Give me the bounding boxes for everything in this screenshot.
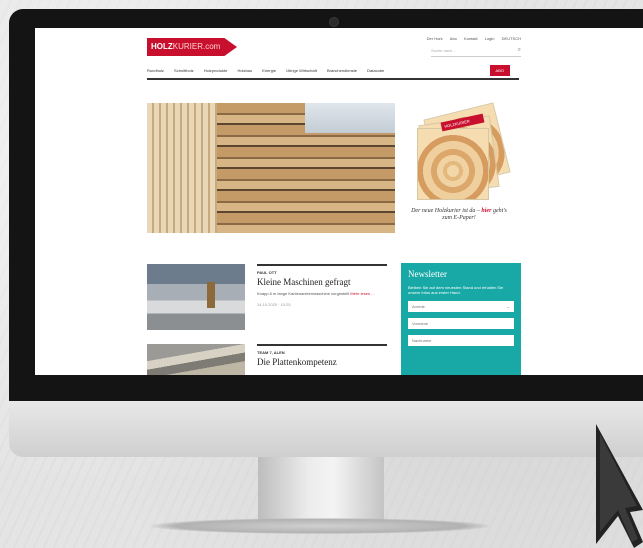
newsletter-title: Newsletter <box>408 269 447 279</box>
cursor-arrow-icon <box>596 424 643 548</box>
epaper-cover[interactable]: HOLZKURIER <box>409 102 511 200</box>
search-icon[interactable]: ⌕ <box>518 45 521 55</box>
article-image-panels[interactable] <box>147 344 245 375</box>
chevron-down-icon: ⌄ <box>506 304 510 309</box>
article-teaser[interactable]: TEAM 7, ALEN Die Plattenkompetenz <box>147 344 387 375</box>
top-link-abo[interactable]: Abo <box>450 36 457 41</box>
nav-item-schnittholz[interactable]: Schnittholz <box>174 64 194 78</box>
top-link-login[interactable]: Login <box>485 36 495 41</box>
last-name-field[interactable]: Nachname <box>408 335 514 346</box>
nav-item-uebrige-wirtschaft[interactable]: Übrige Wirtschaft <box>286 64 317 78</box>
nav-item-holzbau[interactable]: Holzbau <box>237 64 252 78</box>
article-teaser[interactable]: PAUL OTT Kleine Maschinen gefragt Knapp … <box>147 264 387 334</box>
read-more-link[interactable]: Mehr lesen ... <box>350 291 374 296</box>
epaper-caption: Der neue Holzkurier ist da – hier geht's… <box>411 208 507 221</box>
newsletter-box: Newsletter Bleiben Sie auf dem neuesten … <box>401 263 521 375</box>
top-link-kontakt[interactable]: Kontakt <box>464 36 478 41</box>
nav-item-holzprodukte[interactable]: Holzprodukte <box>204 64 228 78</box>
nav-item-datacube[interactable]: Datacube <box>367 64 384 78</box>
monitor-chin <box>9 401 643 457</box>
monitor-stand-base <box>150 518 490 534</box>
article-author: PAUL OTT <box>257 270 277 275</box>
person-figure <box>207 282 215 308</box>
article-title[interactable]: Die Plattenkompetenz <box>257 357 387 367</box>
first-name-field[interactable]: Vorname <box>408 318 514 329</box>
monitor-screen: HOLZKURIER.com Der Hork Abo Kontakt Logi… <box>35 28 643 375</box>
salutation-select[interactable]: Anrede ⌄ <box>408 301 514 312</box>
nav-item-energie[interactable]: Energie <box>262 64 276 78</box>
article-title[interactable]: Kleine Maschinen gefragt <box>257 277 387 287</box>
search-input[interactable]: Suche nach ... ⌕ <box>431 46 521 57</box>
nav-item-branchendienste[interactable]: Branchendienste <box>327 64 357 78</box>
epaper-sheet-front <box>417 128 489 200</box>
search-placeholder: Suche nach ... <box>431 48 457 53</box>
abo-button[interactable]: ABO <box>489 65 510 76</box>
monitor-stand-neck <box>258 457 384 523</box>
site-logo[interactable]: HOLZKURIER.com <box>147 38 237 56</box>
language-select[interactable]: DEUTSCH <box>502 36 521 41</box>
article-teaser-text: Knapp 6 m lange Kantenanleimmaschine vor… <box>257 291 375 296</box>
nav-item-rundholz[interactable]: Rundholz <box>147 64 164 78</box>
camera-icon <box>329 17 339 27</box>
article-image-machine[interactable] <box>147 264 245 330</box>
main-navigation: Rundholz Schnittholz Holzprodukte Holzba… <box>147 64 519 80</box>
hero-image-lumber[interactable] <box>147 103 395 233</box>
article-meta: PAUL OTT Kleine Maschinen gefragt Knapp … <box>257 264 387 307</box>
top-link-der-hork[interactable]: Der Hork <box>427 36 443 41</box>
article-date: 14.10.2020 · 10:25 <box>257 302 291 307</box>
article-meta: TEAM 7, ALEN Die Plattenkompetenz <box>257 344 387 367</box>
article-author: TEAM 7, ALEN <box>257 350 285 355</box>
epaper-link[interactable]: hier <box>481 208 491 214</box>
newsletter-text: Bleiben Sie auf dem neuesten Stand und e… <box>408 285 504 295</box>
top-links: Der Hork Abo Kontakt Login DEUTSCH <box>421 36 521 41</box>
